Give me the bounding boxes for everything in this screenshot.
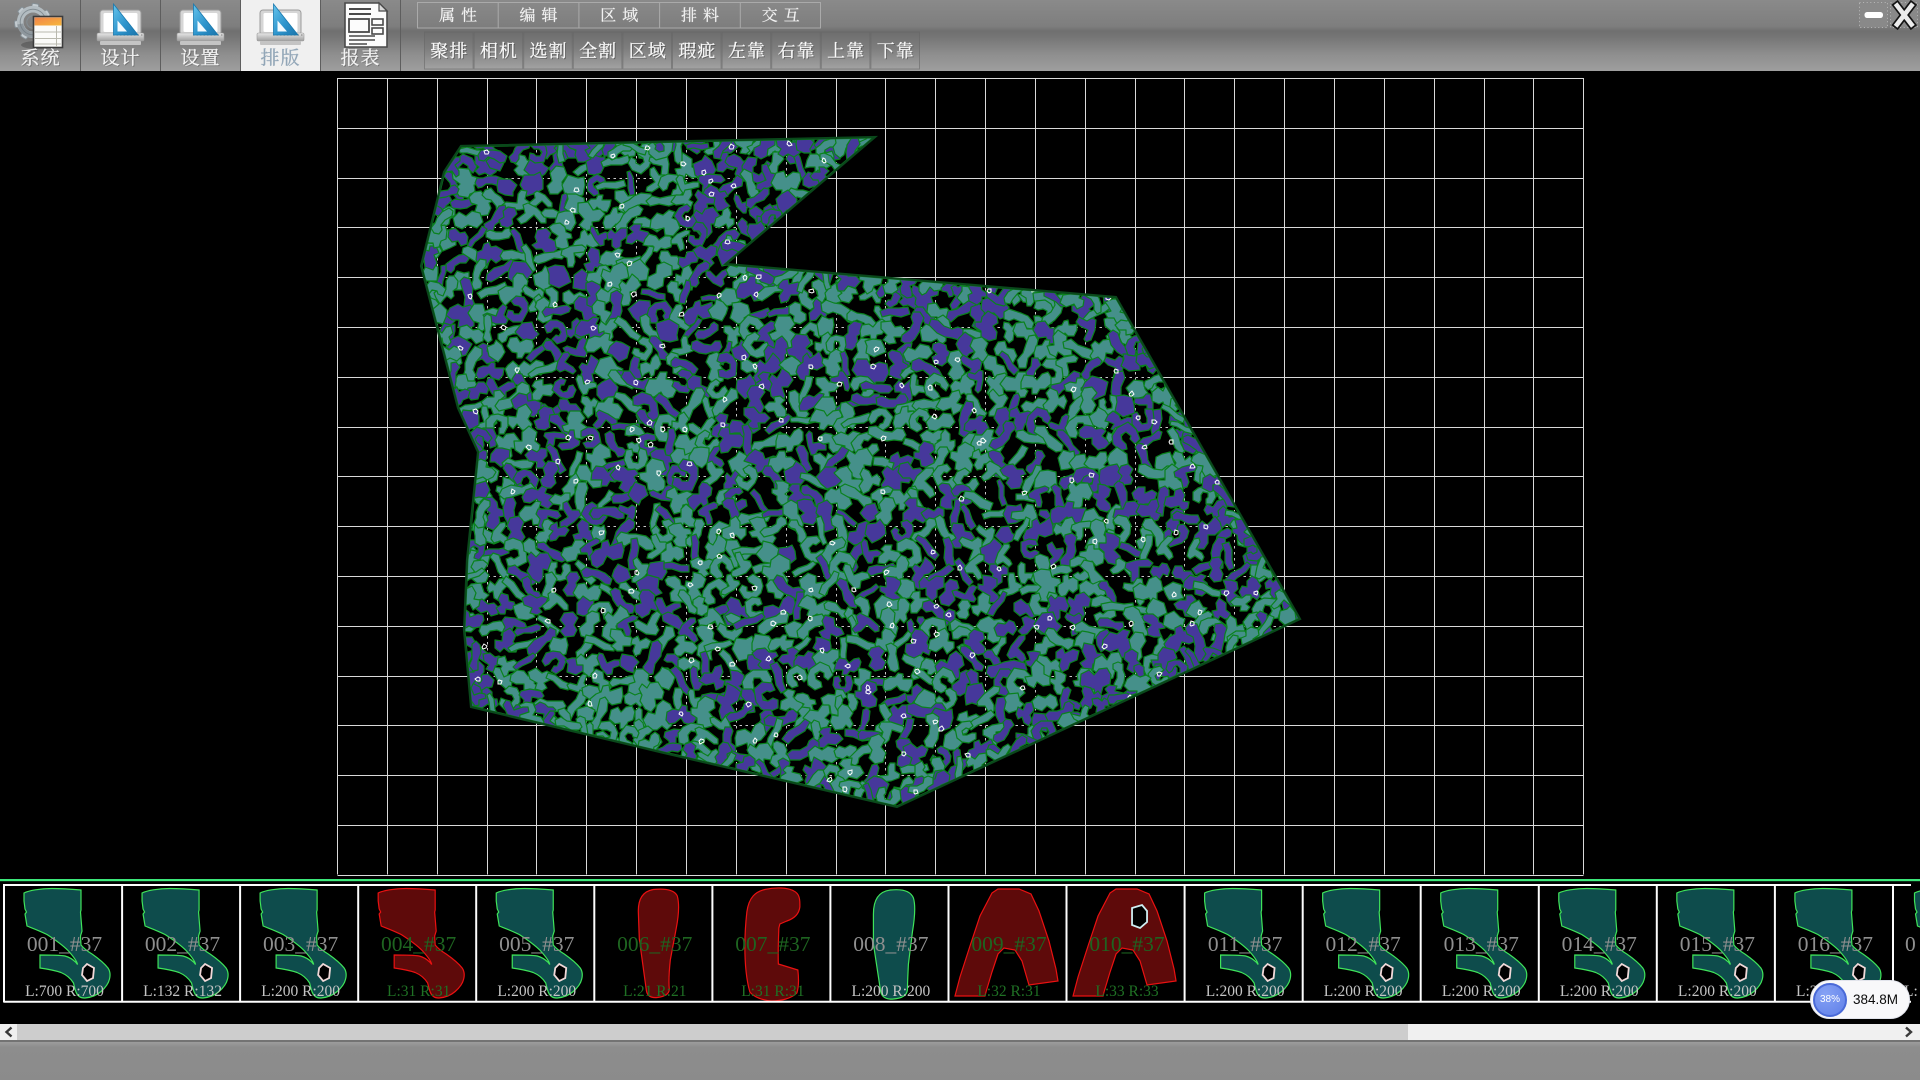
svg-text:L:33 R:33: L:33 R:33: [1095, 983, 1159, 1000]
svg-text:009_#37: 009_#37: [971, 932, 1047, 956]
svg-text:012_#37: 012_#37: [1326, 932, 1402, 956]
svg-text:016_#37: 016_#37: [1798, 932, 1874, 956]
svg-text:L:200 R:200: L:200 R:200: [497, 983, 576, 1000]
svg-text:001_#37: 001_#37: [27, 932, 103, 956]
svg-text:007_#37: 007_#37: [735, 932, 811, 956]
svg-text:L:200 R:200: L:200 R:200: [1442, 983, 1521, 1000]
svg-text:L:31 R:31: L:31 R:31: [741, 983, 804, 1000]
svg-text:008_#37: 008_#37: [853, 932, 929, 956]
svg-text:014_#37: 014_#37: [1562, 932, 1638, 956]
svg-text:L:200 R:200: L:200 R:200: [852, 983, 931, 1000]
svg-text:L:21 R:21: L:21 R:21: [623, 983, 686, 1000]
svg-text:L:132 R:132: L:132 R:132: [143, 983, 222, 1000]
svg-text:L:200 R:200: L:200 R:200: [1678, 983, 1757, 1000]
svg-text:L:32 R:31: L:32 R:31: [977, 983, 1040, 1000]
svg-text:005_#37: 005_#37: [499, 932, 575, 956]
svg-text:002_#37: 002_#37: [145, 932, 221, 956]
svg-text:010_#37: 010_#37: [1089, 932, 1165, 956]
svg-text:0: 0: [1905, 932, 1916, 956]
svg-text:L:31 R:31: L:31 R:31: [387, 983, 450, 1000]
svg-text:011_#37: 011_#37: [1208, 932, 1283, 956]
svg-text:015_#37: 015_#37: [1680, 932, 1756, 956]
svg-text:L:200 R:200: L:200 R:200: [1560, 983, 1639, 1000]
svg-text:L:200 R:200: L:200 R:200: [261, 983, 340, 1000]
svg-text:006_#37: 006_#37: [617, 932, 693, 956]
svg-text:L:200 R:200: L:200 R:200: [1324, 983, 1403, 1000]
svg-text:004_#37: 004_#37: [381, 932, 457, 956]
svg-text:L:700 R:700: L:700 R:700: [25, 983, 104, 1000]
svg-text:L:200 R:200: L:200 R:200: [1206, 983, 1285, 1000]
svg-text:003_#37: 003_#37: [263, 932, 339, 956]
svg-text:013_#37: 013_#37: [1444, 932, 1520, 956]
